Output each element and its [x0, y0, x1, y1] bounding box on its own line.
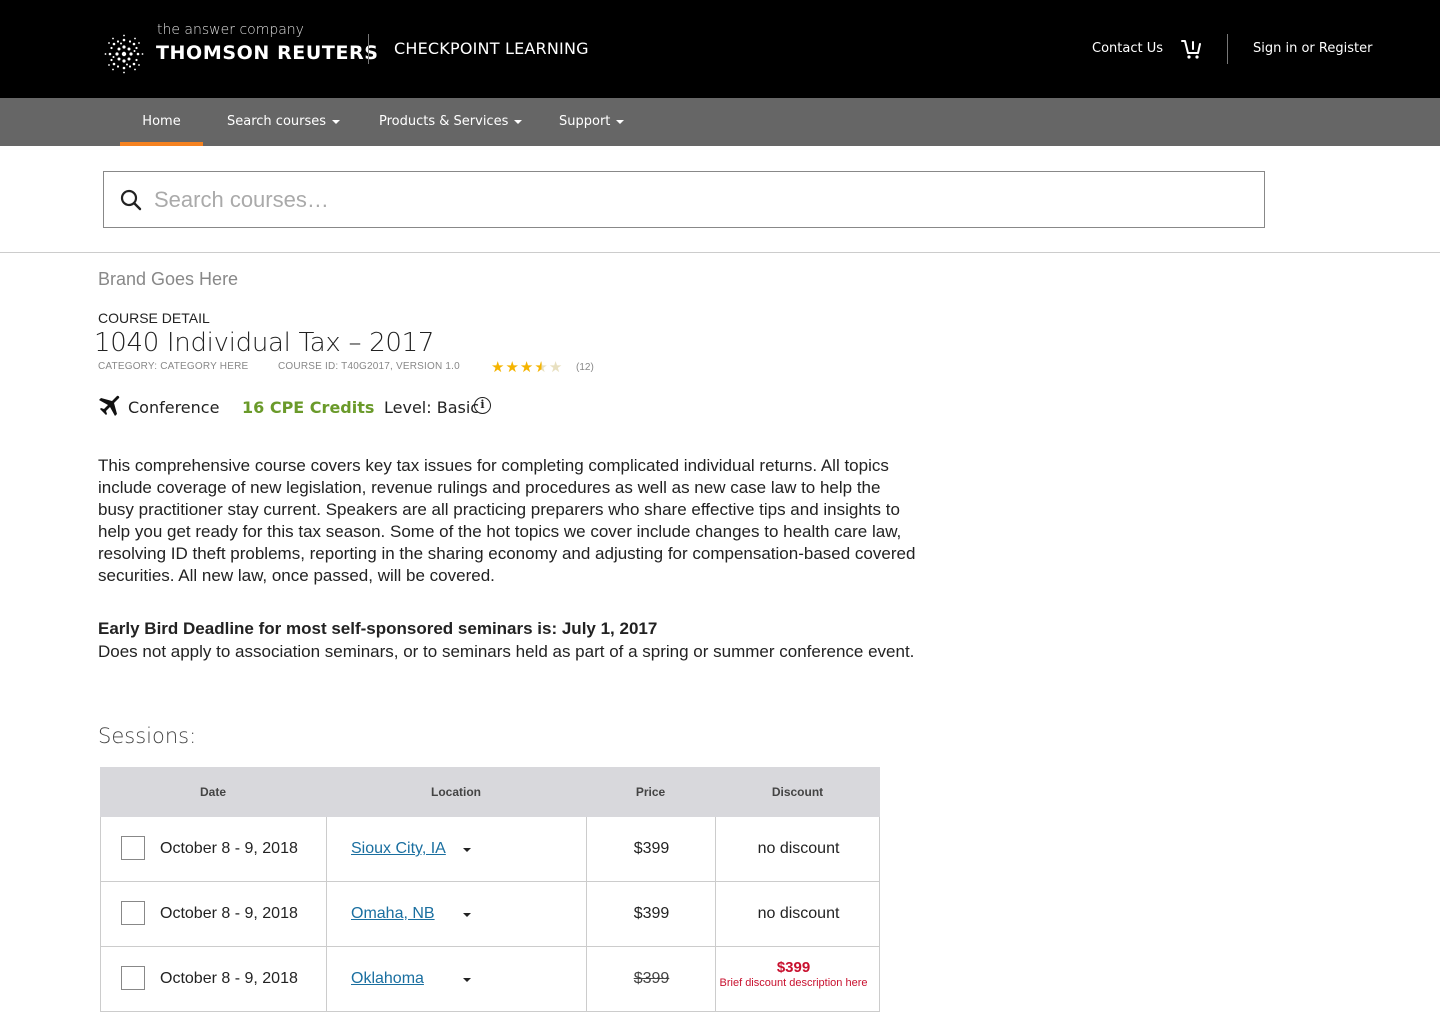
- contact-us-link[interactable]: Contact Us: [1092, 41, 1163, 56]
- section-label: COURSE DETAIL: [98, 310, 210, 326]
- cell-divider: [326, 882, 327, 946]
- column-header-location: Location: [431, 785, 481, 799]
- course-id: COURSE ID: T40G2017, VERSION 1.0: [278, 361, 460, 372]
- airplane-icon: [99, 395, 120, 416]
- nav-item-label: Home: [142, 114, 181, 129]
- table-row: October 8 - 9, 2018 Omaha, NB $399 no di…: [100, 882, 880, 947]
- nav-item-label: Search courses: [227, 114, 327, 129]
- caret-down-icon[interactable]: [463, 848, 471, 852]
- session-discount: $399 Brief discount description here: [716, 959, 871, 990]
- session-date: October 8 - 9, 2018: [160, 840, 298, 857]
- session-discount: no discount: [757, 840, 840, 857]
- search-input[interactable]: [154, 182, 1244, 218]
- cell-divider: [326, 817, 327, 881]
- table-row: October 8 - 9, 2018 Sioux City, IA $399 …: [100, 817, 880, 882]
- course-title: 1040 Individual Tax – 2017: [94, 328, 435, 358]
- header-divider: [368, 34, 369, 64]
- nav-item-search-courses[interactable]: Search courses: [227, 98, 341, 146]
- course-format: Conference: [128, 398, 220, 417]
- search-box[interactable]: [103, 171, 1265, 228]
- session-price: $399: [633, 905, 670, 922]
- sign-in-register-link[interactable]: Sign in or Register: [1253, 41, 1372, 56]
- session-location-link[interactable]: Sioux City, IA: [351, 840, 446, 858]
- session-date: October 8 - 9, 2018: [160, 970, 298, 987]
- main-nav: Home Search courses Products & Services …: [0, 98, 1440, 146]
- nav-item-products-services[interactable]: Products & Services: [379, 98, 523, 146]
- search-icon[interactable]: [120, 189, 142, 211]
- caret-down-icon: [616, 119, 625, 124]
- course-description: This comprehensive course covers key tax…: [98, 456, 916, 585]
- product-name[interactable]: CHECKPOINT LEARNING: [394, 39, 589, 58]
- brand-placeholder: Brand Goes Here: [98, 269, 239, 289]
- session-checkbox[interactable]: [121, 901, 145, 925]
- nav-item-label: Support: [559, 114, 611, 129]
- early-bird-title: Early Bird Deadline for most self-sponso…: [98, 619, 658, 638]
- thomson-reuters-logo-icon[interactable]: [104, 34, 144, 74]
- session-checkbox[interactable]: [121, 836, 145, 860]
- rating-count: (12): [576, 362, 594, 373]
- session-discount: no discount: [757, 905, 840, 922]
- star-full-icon: ★: [519, 359, 535, 376]
- course-category: CATEGORY: CATEGORY HERE: [98, 361, 249, 372]
- session-price-original: $399: [633, 970, 670, 987]
- nav-item-support[interactable]: Support: [559, 98, 625, 146]
- early-bird-note: Does not apply to association seminars, …: [98, 642, 915, 661]
- sessions-heading: Sessions:: [98, 724, 197, 748]
- tagline: the answer company: [157, 22, 304, 38]
- course-level: Level: Basic: [384, 398, 480, 417]
- session-checkbox[interactable]: [121, 966, 145, 990]
- star-rating[interactable]: ★★★★★: [491, 358, 563, 376]
- session-location-link[interactable]: Omaha, NB: [351, 905, 435, 923]
- caret-down-icon[interactable]: [463, 978, 471, 982]
- star-empty-icon: ★: [548, 359, 564, 376]
- session-date: October 8 - 9, 2018: [160, 905, 298, 922]
- star-full-icon: ★: [505, 359, 520, 376]
- star-half-icon: ★: [534, 359, 549, 376]
- cell-divider: [326, 947, 327, 1011]
- column-header-discount: Discount: [771, 785, 824, 799]
- column-header-date: Date: [199, 785, 226, 799]
- top-header: the answer company THOMSON REUTERS CHECK…: [0, 0, 1440, 98]
- column-header-price: Price: [635, 785, 666, 799]
- nav-item-label: Products & Services: [379, 114, 509, 129]
- caret-down-icon: [514, 119, 523, 124]
- session-price: $399: [633, 840, 670, 857]
- caret-down-icon[interactable]: [463, 913, 471, 917]
- info-icon[interactable]: i: [474, 397, 491, 414]
- cpe-credits: 16 CPE Credits: [242, 398, 375, 417]
- sessions-table: Date Location Price Discount October 8 -…: [100, 767, 880, 1012]
- nav-item-home[interactable]: Home: [120, 98, 203, 146]
- discount-price: $399: [776, 959, 811, 976]
- header-divider: [1227, 34, 1228, 64]
- session-location-link[interactable]: Oklahoma: [351, 970, 424, 988]
- star-full-icon: ★: [491, 359, 506, 376]
- cart-icon[interactable]: [1180, 38, 1202, 60]
- discount-description: Brief discount description here: [719, 977, 868, 989]
- table-header: Date Location Price Discount: [100, 767, 880, 817]
- search-section: [0, 146, 1440, 253]
- caret-down-icon: [332, 119, 341, 124]
- brand-name[interactable]: THOMSON REUTERS: [156, 42, 379, 64]
- table-row: October 8 - 9, 2018 Oklahoma $399 $399 B…: [100, 947, 880, 1012]
